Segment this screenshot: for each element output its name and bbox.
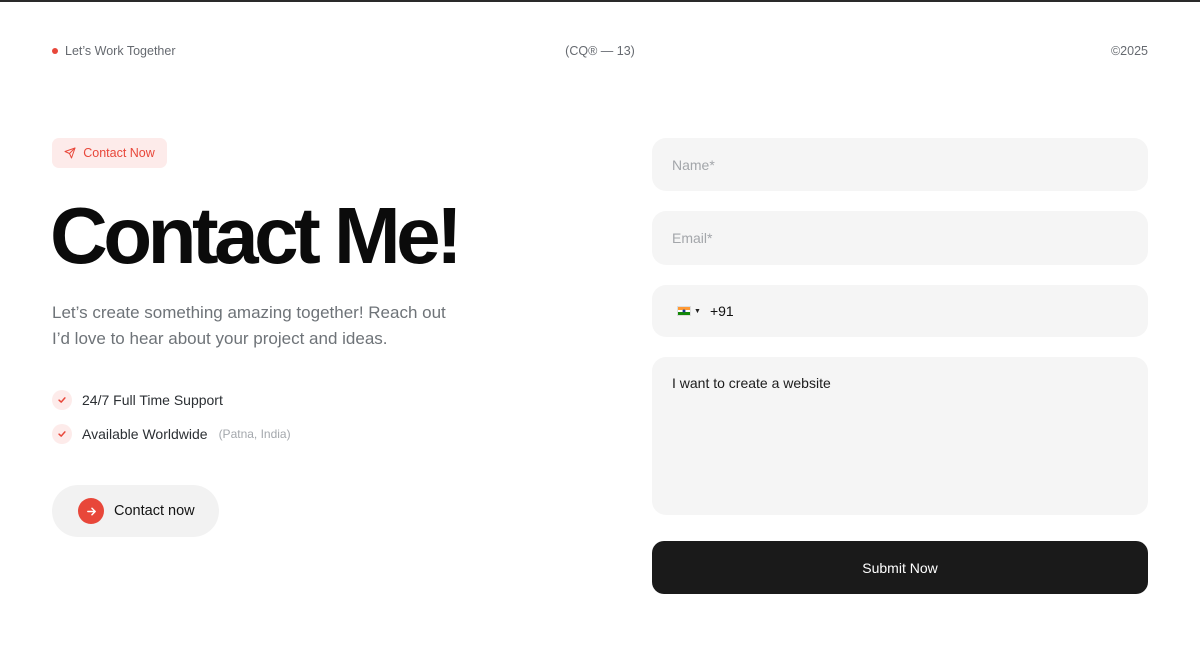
feature-location-note: (Patna, India)	[218, 427, 291, 441]
contact-now-badge[interactable]: Contact Now	[52, 138, 167, 168]
check-icon	[52, 424, 72, 444]
chevron-down-icon[interactable]: ▼	[694, 308, 701, 315]
submit-button[interactable]: Submit Now	[652, 541, 1148, 594]
name-field[interactable]: Name*	[652, 138, 1148, 191]
page-title: Contact Me!	[50, 191, 463, 280]
phone-field[interactable]: ▼ +91	[652, 285, 1148, 337]
feature-label: 24/7 Full Time Support	[82, 392, 223, 408]
feature-label: Available Worldwide	[82, 426, 208, 442]
name-placeholder: Name*	[672, 157, 715, 173]
email-placeholder: Email*	[672, 230, 713, 246]
email-field[interactable]: Email*	[652, 211, 1148, 265]
top-bar: Let’s Work Together (CQ® — 13) ©2025	[52, 44, 1148, 60]
top-border	[0, 0, 1200, 2]
feature-item: 24/7 Full Time Support	[52, 390, 223, 410]
message-textarea[interactable]: I want to create a website	[652, 357, 1148, 515]
page-subtitle: Let’s create something amazing together!…	[52, 303, 446, 348]
check-icon	[52, 390, 72, 410]
header-center-text: (CQ® — 13)	[565, 44, 635, 58]
send-icon	[64, 147, 76, 159]
submit-label: Submit Now	[862, 559, 938, 576]
copyright: ©2025	[1110, 44, 1148, 58]
message-value: I want to create a website	[672, 375, 831, 391]
phone-dial-code: +91	[709, 303, 734, 319]
india-flag-icon[interactable]	[677, 306, 691, 316]
arrow-right-icon	[78, 498, 104, 524]
contact-now-button[interactable]: Contact now	[52, 485, 219, 537]
contact-now-label: Contact now	[114, 503, 195, 519]
badge-label: Contact Now	[83, 146, 155, 160]
feature-item: Available Worldwide (Patna, India)	[52, 424, 291, 444]
